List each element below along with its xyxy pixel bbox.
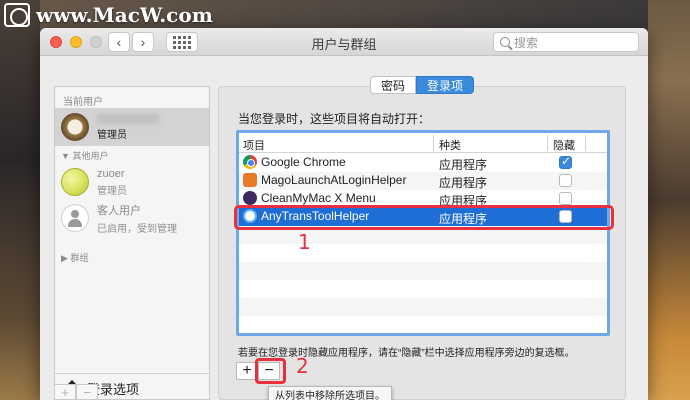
remove-tooltip: 从列表中移除所选项目。 <box>268 386 392 400</box>
mago-icon <box>243 173 257 187</box>
user-role: 管理员 <box>97 185 127 197</box>
titlebar: ‹ › 用户与群组 搜索 <box>40 28 648 56</box>
tab-password[interactable]: 密码 <box>370 76 417 94</box>
groups-disclosure[interactable]: ▶ 群组 <box>61 251 88 264</box>
avatar <box>61 113 89 141</box>
table-row[interactable]: Google Chrome 应用程序 <box>239 154 607 172</box>
add-user-button[interactable]: + <box>54 384 76 400</box>
chrome-icon <box>243 155 257 169</box>
current-user-role: 管理员 <box>97 129 127 141</box>
sidebar-divider <box>55 373 209 374</box>
annotation-highlight-box <box>234 205 614 230</box>
annotation-number-1: 1 <box>298 230 311 254</box>
search-placeholder: 搜索 <box>514 35 539 50</box>
item-name: CleanMyMac X Menu <box>261 191 376 205</box>
user-row-guest[interactable]: 客人用户 已启用，受到管理 <box>55 199 209 237</box>
watermark-text: www.MacW.com <box>36 3 213 27</box>
groups-label: 群组 <box>70 253 89 263</box>
annotation-number-2: 2 <box>296 354 309 378</box>
column-header-hide[interactable]: 隐藏 <box>553 137 575 153</box>
remove-user-button[interactable]: − <box>76 384 98 400</box>
hide-hint-text: 若要在您登录时隐藏应用程序，请在“隐藏”栏中选择应用程序旁边的复选框。 <box>238 348 575 359</box>
cleanmymac-icon <box>243 191 257 205</box>
login-items-intro: 当您登录时，这些项目将自动打开： <box>238 112 431 126</box>
guest-status: 已启用，受到管理 <box>97 223 177 235</box>
item-kind: 应用程序 <box>439 158 488 172</box>
users-sidebar: 当前用户 管理员 ▼ 其他用户 zuoer 管理员 客人用户 已启用，受到管理 <box>54 86 210 400</box>
macw-logo-icon <box>4 3 30 27</box>
empty-row <box>239 280 607 298</box>
table-header: 项目 种类 隐藏 <box>239 133 607 153</box>
column-header-kind[interactable]: 种类 <box>439 137 461 153</box>
desktop-wallpaper-right <box>648 0 690 400</box>
column-separator <box>547 135 548 151</box>
hide-checkbox[interactable] <box>559 154 572 169</box>
item-kind: 应用程序 <box>439 176 488 190</box>
disclosure-triangle-icon: ▶ <box>61 253 68 263</box>
user-name: zuoer <box>97 167 125 180</box>
guest-avatar-icon <box>61 204 89 232</box>
avatar <box>61 168 89 196</box>
empty-row <box>239 244 607 262</box>
tab-login-items[interactable]: 登录项 <box>416 76 475 94</box>
current-users-label: 当前用户 <box>63 97 103 108</box>
empty-row <box>239 262 607 280</box>
current-user-row[interactable]: 管理员 <box>55 108 209 146</box>
other-users-disclosure[interactable]: ▼ 其他用户 <box>61 149 108 162</box>
search-field[interactable]: 搜索 <box>493 32 639 52</box>
hide-checkbox[interactable] <box>559 192 572 205</box>
column-separator <box>585 135 586 151</box>
sidebar-add-remove: + − <box>54 384 98 400</box>
item-name: MagoLaunchAtLoginHelper <box>261 173 407 187</box>
empty-row <box>239 316 607 333</box>
table-row[interactable]: MagoLaunchAtLoginHelper 应用程序 <box>239 172 607 190</box>
column-header-item[interactable]: 项目 <box>243 137 265 153</box>
users-groups-window: ‹ › 用户与群组 搜索 当前用户 管理员 ▼ 其他用户 zuoer 管理员 客… <box>40 28 648 400</box>
tab-bar: 密码 登录项 <box>370 76 475 94</box>
search-icon <box>500 37 510 47</box>
other-users-label: 其他用户 <box>72 151 109 161</box>
guest-name: 客人用户 <box>97 204 141 217</box>
annotation-minus-box <box>255 358 286 384</box>
login-items-table: 项目 种类 隐藏 Google Chrome 应用程序 MagoLaunchAt… <box>236 130 610 336</box>
blurred-username <box>97 113 159 124</box>
disclosure-triangle-icon: ▼ <box>61 151 70 161</box>
column-separator <box>433 135 434 151</box>
watermark: www.MacW.com <box>4 2 213 28</box>
desktop-wallpaper-left <box>0 0 40 400</box>
empty-row <box>239 298 607 316</box>
hide-checkbox[interactable] <box>559 174 572 187</box>
item-name: Google Chrome <box>261 155 346 169</box>
user-row-zuoer[interactable]: zuoer 管理员 <box>55 163 209 201</box>
